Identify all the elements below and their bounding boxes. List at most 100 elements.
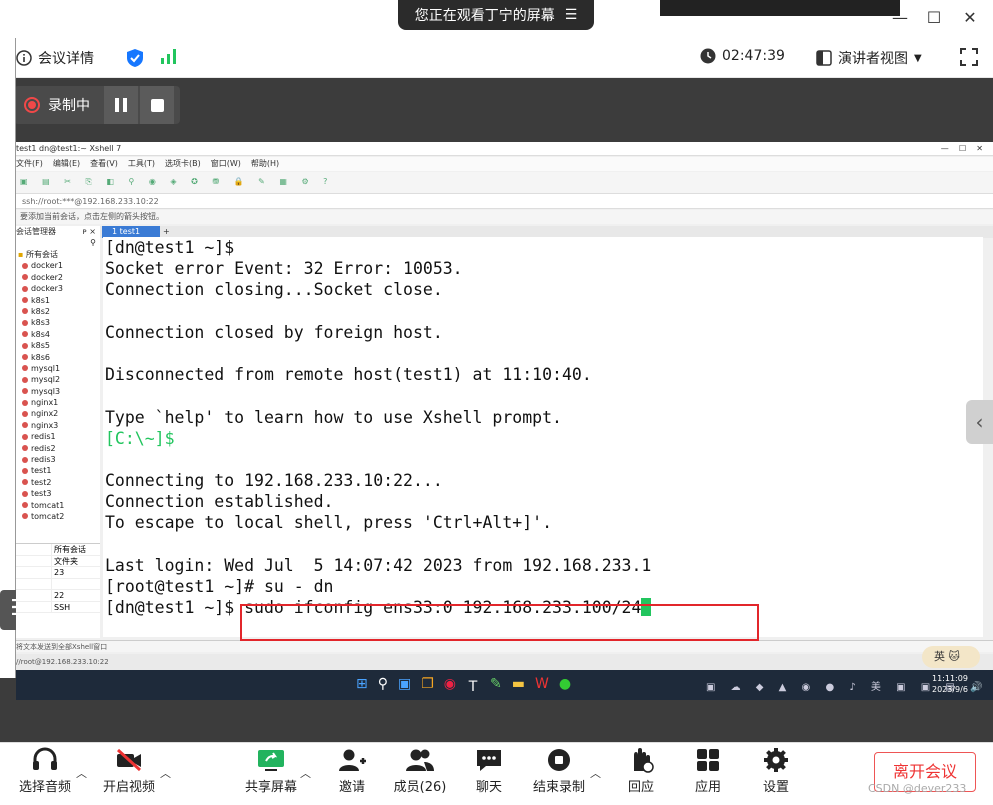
stop-recording-toolbar-button[interactable]: 结束录制 — [524, 747, 594, 795]
meeting-info-bar: 会议详情 02:47:39 演讲者视图 ▼ — [0, 38, 993, 78]
session-item[interactable]: docker3 — [16, 283, 100, 294]
session-item[interactable]: redis2 — [16, 443, 100, 454]
session-icon — [22, 365, 28, 372]
view-mode-dropdown[interactable]: 演讲者视图 ▼ — [816, 48, 922, 68]
session-icon — [22, 433, 28, 440]
notepad-icon[interactable]: ✎ — [490, 676, 502, 696]
xshell-menu-item[interactable]: 工具(T) — [128, 157, 155, 171]
xshell-address-bar[interactable]: ssh://root:***@192.168.233.10:22 — [16, 194, 993, 209]
xshell-menu-item[interactable]: 编辑(E) — [53, 157, 80, 171]
video-button[interactable]: 开启视频 — [94, 747, 164, 795]
stop-recording-button[interactable] — [140, 86, 174, 124]
session-item[interactable]: redis3 — [16, 454, 100, 465]
windows-start-icon[interactable]: ⊞ — [356, 676, 368, 696]
session-item[interactable]: docker2 — [16, 272, 100, 283]
session-icon — [22, 354, 28, 361]
info-icon — [16, 50, 32, 66]
session-item[interactable]: test1 — [16, 465, 100, 476]
users-icon — [406, 749, 434, 771]
session-icon — [22, 399, 28, 406]
chevron-up-icon[interactable]: ︿ — [160, 765, 171, 781]
sessions-root[interactable]: ▪ 所有会话 — [16, 249, 100, 260]
session-item[interactable]: docker1 — [16, 260, 100, 271]
cat-icon: 🐱 — [948, 650, 960, 663]
invite-button[interactable]: 邀请 — [317, 747, 387, 795]
xshell-menu-item[interactable]: 查看(V) — [90, 157, 118, 171]
title-strip — [660, 0, 900, 16]
meeting-details-button[interactable]: 会议详情 — [16, 48, 94, 68]
security-shield-icon[interactable] — [126, 48, 144, 68]
xshell-menu-item[interactable]: 选项卡(B) — [165, 157, 201, 171]
hint-text: 要添加当前会话，点击左侧的箭头按钮。 — [20, 212, 164, 221]
taskbar-apps[interactable]: ⊞ ⚲ ▣ ❐ ◉ Ｔ ✎ ▬ W ● — [356, 676, 571, 696]
menu-icon[interactable]: ☰ — [565, 7, 578, 23]
session-item[interactable]: k8s6 — [16, 352, 100, 363]
session-icon — [22, 445, 28, 452]
chevron-left-icon[interactable]: ‹ — [966, 400, 993, 444]
session-icon — [22, 376, 28, 383]
fullscreen-icon[interactable] — [960, 48, 978, 66]
session-item[interactable]: redis1 — [16, 431, 100, 442]
session-item[interactable]: tomcat2 — [16, 511, 100, 522]
minimize-icon[interactable]: — — [888, 6, 912, 30]
session-icon — [22, 297, 28, 304]
screen-share-banner[interactable]: 您正在观看丁宁的屏幕 ☰ — [398, 0, 594, 30]
audio-button[interactable]: 选择音频 — [10, 747, 80, 795]
close-icon[interactable]: ✕ — [958, 6, 982, 30]
session-item[interactable]: k8s4 — [16, 329, 100, 340]
session-item[interactable]: test3 — [16, 488, 100, 499]
session-item[interactable]: mysql2 — [16, 374, 100, 385]
session-item[interactable]: mysql3 — [16, 386, 100, 397]
chevron-up-icon[interactable]: ︿ — [76, 765, 87, 781]
xshell-menu-item[interactable]: 文件(F) — [16, 157, 43, 171]
xshell-title: test1 dn@test1:~ Xshell 7 — [16, 144, 122, 153]
layout-icon — [816, 50, 832, 66]
xshell-menu-item[interactable]: 窗口(W) — [211, 157, 241, 171]
typora-icon[interactable]: Ｔ — [466, 676, 480, 696]
recording-label: 录制中 — [48, 98, 90, 114]
chevron-up-icon[interactable]: ︿ — [300, 765, 311, 781]
session-item[interactable]: nginx3 — [16, 420, 100, 431]
folder-icon[interactable]: ▬ — [512, 676, 525, 696]
stop-icon — [150, 98, 164, 112]
terminal-output[interactable]: [dn@test1 ~]$ Socket error Event: 32 Erro… — [103, 237, 983, 637]
xshell-titlebar: test1 dn@test1:~ Xshell 7 — ☐ ✕ — [16, 142, 993, 156]
share-screen-icon — [258, 750, 284, 771]
session-manager-header: 会话管理器 ᴘ × — [16, 226, 100, 238]
chevron-up-icon[interactable]: ︿ — [590, 765, 601, 781]
search-icon[interactable]: ⚲ — [378, 676, 388, 696]
session-properties: 所有会话 文件夹 23 22 SSH — [16, 543, 100, 638]
settings-button[interactable]: 设置 — [741, 747, 811, 795]
session-item[interactable]: k8s2 — [16, 306, 100, 317]
send-to-all-bar[interactable]: 将文本发送到全部Xshell窗口 — [16, 640, 993, 652]
terminal-line: To escape to local shell, press 'Ctrl+Al… — [105, 513, 553, 533]
session-item[interactable]: mysql1 — [16, 363, 100, 374]
toolbar-icons[interactable]: ▣ ▤ ✂ ⎘ ◧ ⚲ ◉ ◈ ✪ ⛃ 🔒 ✎ ▦ ⚙ ? — [20, 177, 333, 187]
session-item[interactable]: test2 — [16, 477, 100, 488]
members-button[interactable]: 成员(26) — [385, 747, 455, 795]
xshell-window-controls[interactable]: — ☐ ✕ — [941, 142, 983, 156]
share-screen-button[interactable]: 共享屏幕 — [236, 747, 306, 795]
chat-button[interactable]: 聊天 — [454, 747, 524, 795]
ime-indicator[interactable]: 英 🐱 — [922, 646, 980, 668]
session-item[interactable]: nginx1 — [16, 397, 100, 408]
gallery-icon[interactable]: ▣ — [398, 676, 411, 696]
session-item[interactable]: k8s1 — [16, 295, 100, 306]
maximize-icon[interactable]: ☐ — [922, 6, 946, 30]
session-item[interactable]: tomcat1 — [16, 500, 100, 511]
session-item[interactable]: nginx2 — [16, 408, 100, 419]
wps-icon[interactable]: W — [535, 676, 549, 696]
react-button[interactable]: 回应 — [606, 747, 676, 795]
search-icon[interactable]: ⚲ — [16, 238, 100, 249]
pause-recording-button[interactable] — [104, 86, 138, 124]
session-item[interactable]: k8s5 — [16, 340, 100, 351]
apps-button[interactable]: 应用 — [673, 747, 743, 795]
wechat-icon[interactable]: ● — [559, 676, 571, 696]
xshell-menu-item[interactable]: 帮助(H) — [251, 157, 279, 171]
xshell-app-icon[interactable]: ◉ — [444, 676, 456, 696]
session-icon — [22, 319, 28, 326]
session-item[interactable]: k8s3 — [16, 317, 100, 328]
terminal-line: Disconnected from remote host(test1) at … — [105, 365, 592, 385]
vm-icon[interactable]: ❐ — [421, 676, 434, 696]
